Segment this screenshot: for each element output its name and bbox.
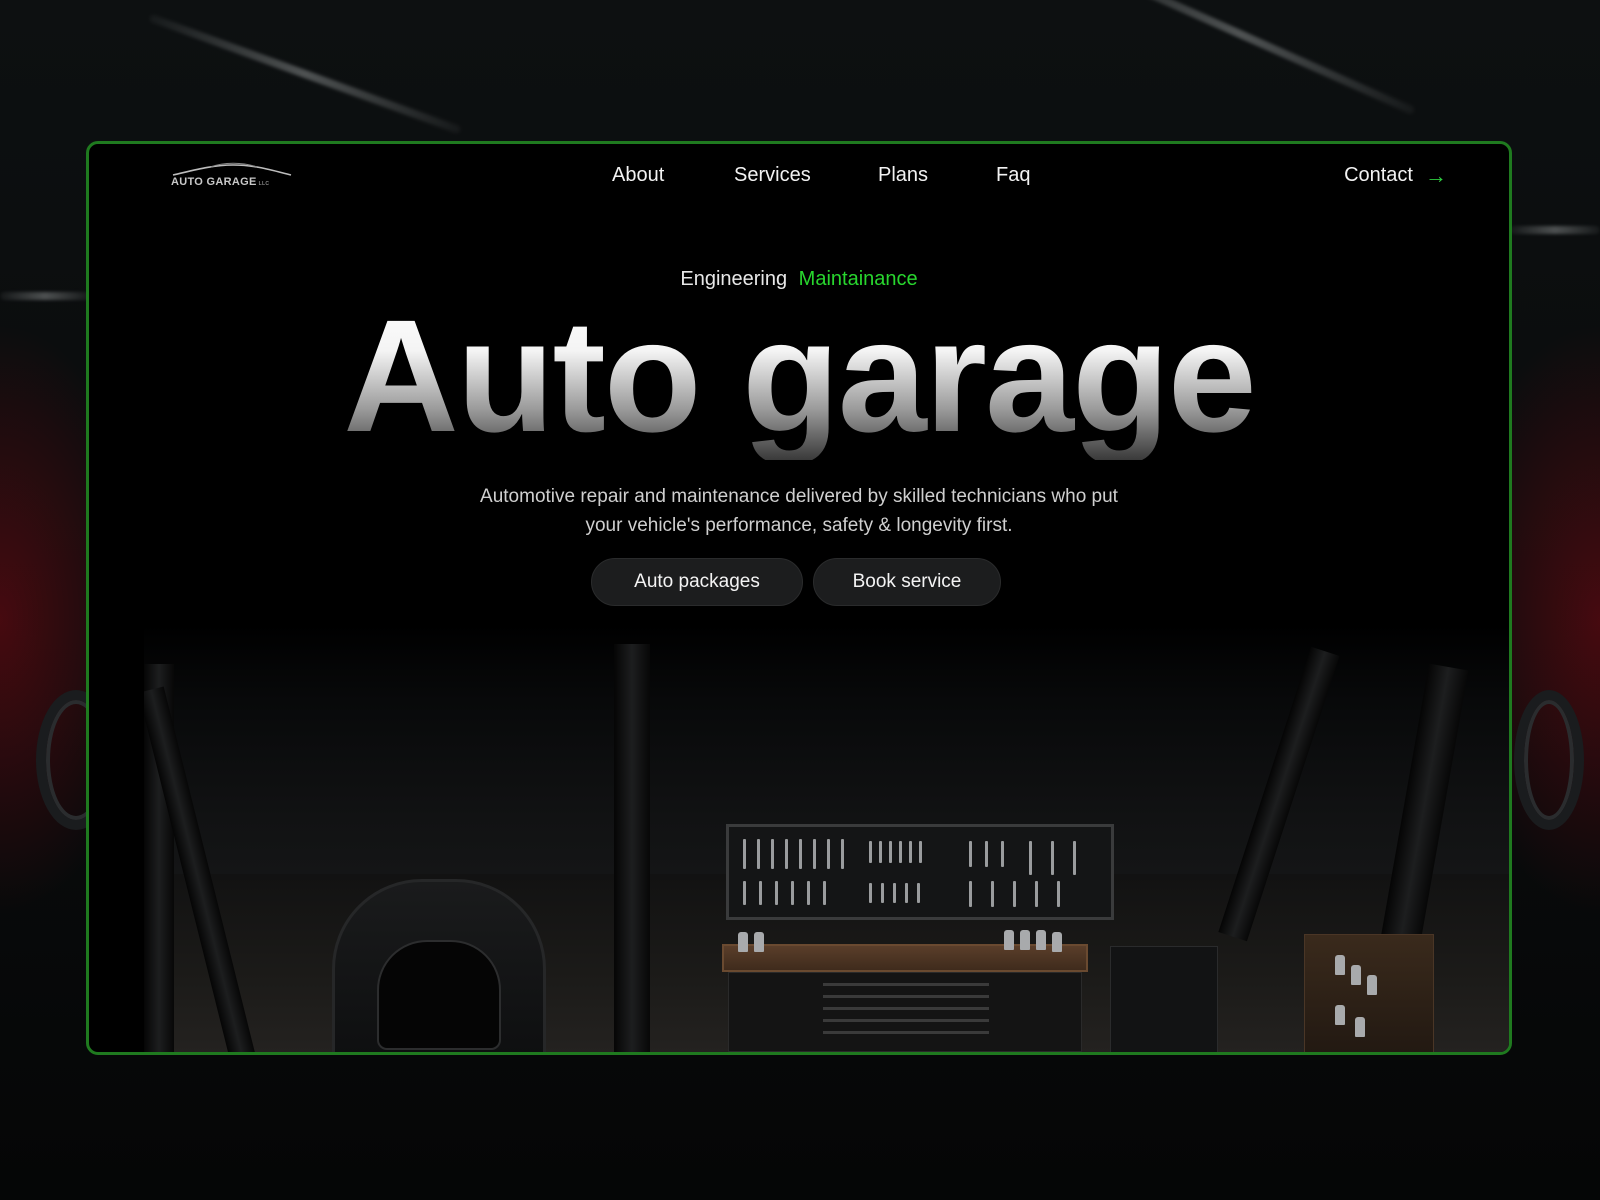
parts-shelf (1304, 934, 1434, 1052)
subtitle-line-2: your vehicle's performance, safety & lon… (585, 515, 1013, 536)
nav-about[interactable]: About (612, 164, 664, 187)
car-window (377, 940, 501, 1050)
book-service-button[interactable]: Book service (813, 558, 1001, 606)
workbench-top (722, 930, 1088, 972)
cta-row: Auto packages Book service (89, 558, 1509, 606)
hero-title: Auto garage (89, 292, 1509, 460)
nav-services[interactable]: Services (734, 164, 811, 187)
ceiling-light (1064, 0, 1416, 115)
contact-label: Contact (1344, 164, 1413, 186)
ceiling-light (0, 292, 90, 300)
tool-cart (1110, 946, 1218, 1052)
ceiling-light (148, 13, 462, 135)
top-nav: AUTO GARAGE LLC About Services Plans Faq … (89, 144, 1509, 214)
car-top-view (332, 879, 546, 1052)
ceiling-light (1510, 226, 1600, 234)
subtitle-line-1: Automotive repair and maintenance delive… (480, 486, 1118, 507)
hero-subtitle: Automotive repair and maintenance delive… (89, 482, 1509, 540)
lift-pillar (614, 644, 650, 1052)
auto-packages-button[interactable]: Auto packages (591, 558, 803, 606)
garage-photo (144, 624, 1509, 1052)
nav-faq[interactable]: Faq (996, 164, 1030, 187)
tool-pegboard (726, 824, 1114, 920)
contact-link[interactable]: Contact → (1344, 164, 1447, 187)
nav-plans[interactable]: Plans (878, 164, 928, 187)
hero-card: AUTO GARAGE LLC About Services Plans Faq … (86, 141, 1512, 1055)
nav-links: About Services Plans Faq (89, 164, 1509, 194)
workbench-drawers (728, 972, 1082, 1052)
arrow-right-icon: → (1425, 162, 1447, 188)
car-wheel-right (1514, 690, 1584, 830)
